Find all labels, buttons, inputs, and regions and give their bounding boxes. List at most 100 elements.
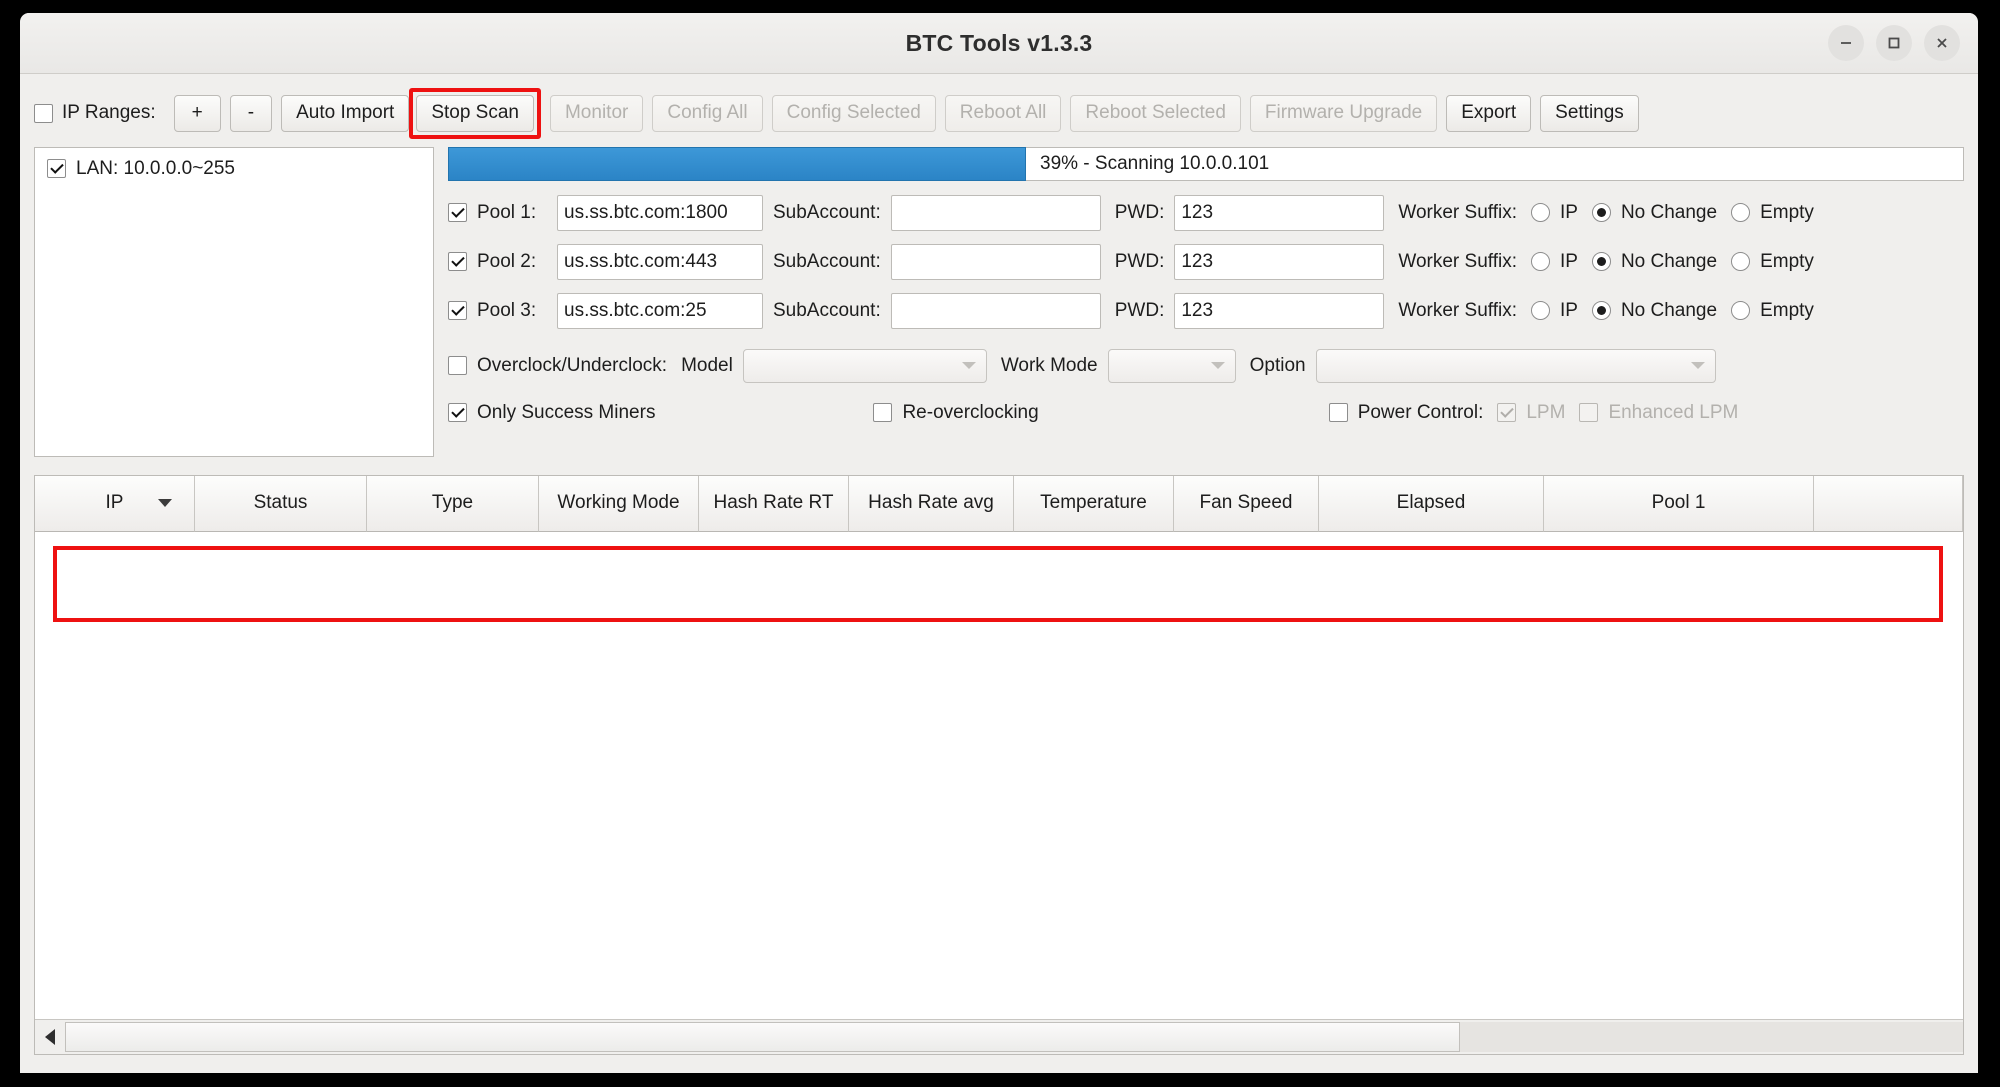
scan-progress-bar — [448, 146, 1026, 181]
only-success-miners-checkbox[interactable] — [448, 403, 467, 423]
lan-range-checkbox[interactable] — [47, 159, 66, 179]
chevron-down-icon — [1690, 362, 1705, 370]
pool2-checkbox[interactable] — [448, 252, 467, 272]
enhanced-lpm-checkbox[interactable] — [1579, 403, 1599, 423]
pool3-suffix-ip-label: IP — [1559, 299, 1578, 321]
option-select[interactable] — [1315, 348, 1716, 383]
stop-scan-button[interactable]: Stop Scan — [416, 95, 534, 132]
column-header-working-mode[interactable]: Working Mode — [539, 475, 699, 532]
export-button[interactable]: Export — [1446, 95, 1532, 132]
pool3-url-input[interactable] — [557, 292, 763, 329]
pool3-suffix-nochange-label: No Change — [1620, 299, 1718, 321]
config-all-button[interactable]: Config All — [652, 95, 763, 132]
pool2-suffix-nochange-radio[interactable] — [1591, 252, 1611, 272]
config-selected-button[interactable]: Config Selected — [771, 95, 936, 132]
work-mode-select[interactable] — [1107, 348, 1236, 383]
pool3-checkbox[interactable] — [448, 301, 467, 321]
pool1-suffix-nochange-label: No Change — [1620, 201, 1718, 223]
chevron-left-icon — [45, 1029, 55, 1045]
pool1-suffix-ip-label: IP — [1559, 201, 1578, 223]
table-header-row: IP Status Type Working Mode Hash Rate RT… — [35, 475, 1963, 532]
scroll-left-button[interactable] — [35, 1021, 65, 1053]
work-mode-label: Work Mode — [1000, 354, 1098, 376]
pool3-subaccount-label: SubAccount: — [773, 299, 881, 321]
column-header-ip[interactable]: IP — [35, 475, 195, 532]
pool1-suffix-empty-radio[interactable] — [1731, 203, 1751, 223]
add-ip-range-button[interactable]: + — [173, 95, 221, 132]
auto-import-button[interactable]: Auto Import — [281, 95, 410, 132]
pool2-worker-suffix-label: Worker Suffix: — [1398, 250, 1517, 272]
pool1-pwd-input[interactable] — [1174, 194, 1385, 231]
pool2-url-input[interactable] — [557, 243, 763, 280]
pool-row: Pool 2: SubAccount: PWD: Worker Suffix: — [448, 242, 1964, 282]
pool1-label: Pool 1: — [477, 201, 537, 223]
reboot-selected-button[interactable]: Reboot Selected — [1070, 95, 1241, 132]
pool3-suffix-ip-radio[interactable] — [1530, 301, 1550, 321]
model-select[interactable] — [742, 348, 987, 383]
ip-range-list[interactable]: LAN: 10.0.0.0~255 — [34, 146, 434, 457]
re-overclocking-label: Re-overclocking — [902, 401, 1039, 423]
pool2-pwd-input[interactable] — [1174, 243, 1385, 280]
pool1-subaccount-input[interactable] — [890, 194, 1101, 231]
options-row: Only Success Miners Re-overclocking Powe… — [448, 394, 1964, 432]
pool2-suffix-empty-label: Empty — [1760, 250, 1814, 272]
pool-config-pane: 39% - Scanning 10.0.0.101 Pool 1: SubAcc… — [448, 146, 1964, 432]
scrollbar-thumb[interactable] — [65, 1022, 1461, 1052]
column-header-type[interactable]: Type — [367, 475, 539, 532]
remove-ip-range-button[interactable]: - — [229, 95, 273, 132]
pool2-suffix-nochange-label: No Change — [1620, 250, 1718, 272]
firmware-upgrade-button[interactable]: Firmware Upgrade — [1249, 95, 1438, 132]
lpm-checkbox[interactable] — [1497, 403, 1517, 423]
pool2-label: Pool 2: — [477, 250, 537, 272]
window-title: BTC Tools v1.3.3 — [905, 29, 1093, 56]
monitor-button[interactable]: Monitor — [549, 95, 644, 132]
pool2-subaccount-input[interactable] — [890, 243, 1101, 280]
pool3-subaccount-input[interactable] — [890, 292, 1101, 329]
horizontal-scrollbar[interactable] — [35, 1019, 1963, 1054]
column-header-status[interactable]: Status — [195, 475, 367, 532]
minimize-button[interactable] — [1828, 25, 1864, 61]
column-header-pool1[interactable]: Pool 1 — [1544, 475, 1814, 532]
status-bar — [20, 1055, 1978, 1073]
option-label: Option — [1249, 354, 1306, 376]
re-overclocking-checkbox[interactable] — [873, 403, 893, 423]
pool2-subaccount-label: SubAccount: — [773, 250, 881, 272]
pool1-url-input[interactable] — [557, 194, 763, 231]
column-header-extra[interactable] — [1814, 475, 1963, 532]
model-label: Model — [681, 354, 733, 376]
pool1-worker-suffix-label: Worker Suffix: — [1398, 201, 1517, 223]
column-header-fan-speed[interactable]: Fan Speed — [1174, 475, 1319, 532]
screen: BTC Tools v1.3.3 IP Ranges: + - Auto Imp… — [0, 0, 2000, 1087]
power-control-label: Power Control: — [1357, 401, 1484, 423]
scrollbar-track[interactable] — [65, 1022, 1963, 1052]
pool-row: Pool 3: SubAccount: PWD: Worker Suffix: — [448, 291, 1964, 331]
close-button[interactable] — [1924, 25, 1960, 61]
scan-status-text: 39% - Scanning 10.0.0.101 — [1026, 146, 1964, 181]
pool1-suffix-ip-radio[interactable] — [1530, 203, 1550, 223]
pool2-suffix-empty-radio[interactable] — [1731, 252, 1751, 272]
pool2-suffix-ip-radio[interactable] — [1530, 252, 1550, 272]
ip-ranges-checkbox[interactable] — [34, 103, 53, 123]
pool3-pwd-input[interactable] — [1174, 292, 1385, 329]
pool1-checkbox[interactable] — [448, 203, 467, 223]
settings-button[interactable]: Settings — [1540, 95, 1639, 132]
pool3-suffix-empty-radio[interactable] — [1731, 301, 1751, 321]
list-item[interactable]: LAN: 10.0.0.0~255 — [47, 158, 421, 180]
column-header-hash-rate-rt[interactable]: Hash Rate RT — [699, 475, 849, 532]
overclock-row: Overclock/Underclock: Model Work Mode Op… — [448, 346, 1964, 386]
overclock-checkbox[interactable] — [448, 356, 467, 376]
column-header-hash-rate-avg[interactable]: Hash Rate avg — [849, 475, 1014, 532]
column-header-elapsed[interactable]: Elapsed — [1319, 475, 1544, 532]
power-control-checkbox[interactable] — [1328, 403, 1348, 423]
reboot-all-button[interactable]: Reboot All — [944, 95, 1062, 132]
pool3-suffix-nochange-radio[interactable] — [1591, 301, 1611, 321]
overclock-label: Overclock/Underclock: — [477, 354, 668, 376]
only-success-miners-label: Only Success Miners — [477, 401, 656, 423]
pool1-subaccount-label: SubAccount: — [773, 201, 881, 223]
maximize-button[interactable] — [1876, 25, 1912, 61]
pool1-suffix-empty-label: Empty — [1760, 201, 1814, 223]
pool1-suffix-nochange-radio[interactable] — [1591, 203, 1611, 223]
enhanced-lpm-label: Enhanced LPM — [1608, 401, 1739, 423]
column-header-temperature[interactable]: Temperature — [1014, 475, 1174, 532]
pool-row: Pool 1: SubAccount: PWD: Worker Suffix: — [448, 193, 1964, 233]
